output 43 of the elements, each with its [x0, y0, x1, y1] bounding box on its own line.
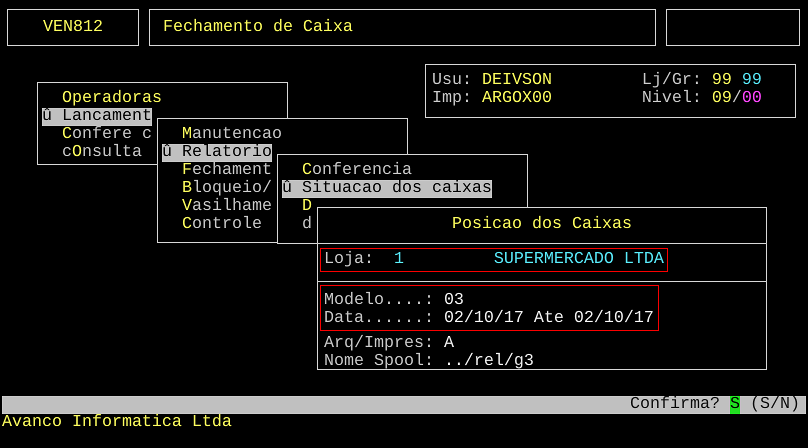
answer-options: (S/N) — [740, 396, 800, 414]
user-value: DEIVSON — [482, 72, 552, 90]
field-label: Arq/Impres: — [324, 335, 435, 353]
store-number: 1 — [394, 251, 405, 269]
menu-item[interactable]: Confere c — [42, 126, 152, 144]
screen-title: Fechamento de Caixa — [149, 9, 656, 46]
menu-item[interactable]: Controle — [162, 216, 262, 234]
menu-item[interactable]: Operadoras — [42, 90, 162, 108]
field-label: Data......: — [324, 310, 435, 328]
field-value: 03 — [444, 292, 464, 310]
field-value: 02/10/17 Ate 02/10/17 — [444, 310, 654, 328]
menu-item[interactable]: d — [282, 216, 312, 234]
menu-item[interactable]: Manutencao — [162, 126, 282, 144]
menu-item[interactable]: D — [282, 198, 312, 216]
store-group-label: Lj/Gr: — [642, 72, 703, 90]
answer-field[interactable]: S — [730, 396, 740, 414]
menu-item[interactable]: Conferencia — [282, 162, 412, 180]
printer-value: ARGOX00 — [482, 90, 552, 108]
store-value: 99 — [712, 72, 732, 90]
menu-item[interactable]: Bloqueio/ — [162, 180, 272, 198]
program-code: VEN812 — [7, 9, 139, 46]
level-value: 09 — [712, 90, 732, 108]
menu-item[interactable]: Fechament — [162, 162, 272, 180]
field-value: ../rel/g3 — [444, 353, 534, 371]
menu-item[interactable]: Vasilhame — [162, 198, 272, 216]
menu-item[interactable]: û Relatorio — [162, 144, 272, 162]
field-label: Loja: — [324, 251, 375, 269]
user-label: Usu: — [432, 72, 473, 90]
level-label: Nivel: — [642, 90, 703, 108]
level-value: 00 — [742, 90, 762, 108]
field-label: Nome Spool: — [324, 353, 435, 371]
field-value: A — [444, 335, 454, 353]
printer-label: Imp: — [432, 90, 473, 108]
menu-item[interactable]: cOnsulta — [42, 144, 142, 162]
menu-item[interactable]: û Situacao dos caixas — [282, 180, 492, 198]
field-label: Modelo....: — [324, 292, 435, 310]
company-name: Avanco Informatica Ltda — [2, 414, 233, 432]
store-name: SUPERMERCADO LTDA — [494, 251, 664, 269]
dialog-title: Posicao dos Caixas — [451, 216, 633, 234]
group-value: 99 — [742, 72, 762, 90]
menu-item[interactable]: û Lancament — [42, 108, 152, 126]
separator: / — [732, 90, 742, 108]
confirm-prompt: Confirma? — [630, 396, 722, 414]
